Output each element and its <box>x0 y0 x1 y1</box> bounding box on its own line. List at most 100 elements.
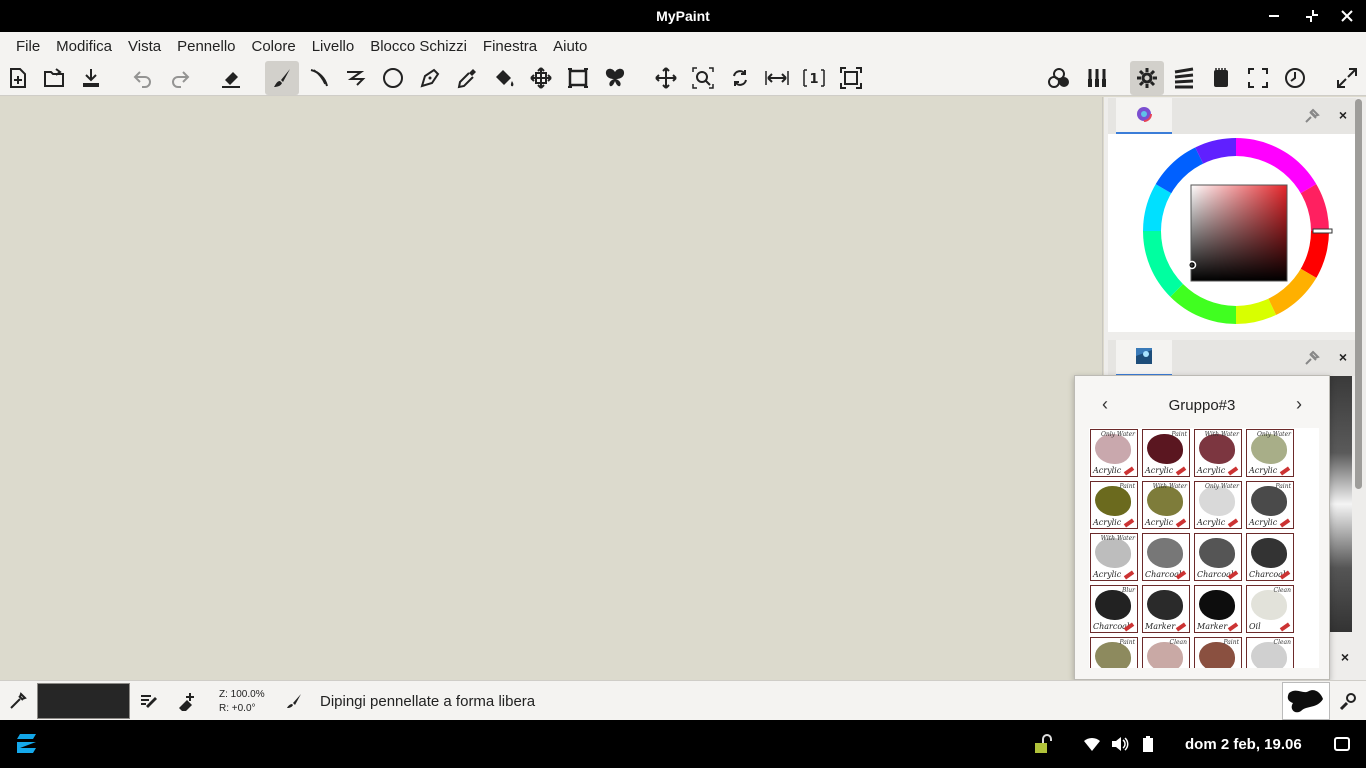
connected-lines-icon[interactable] <box>339 61 373 95</box>
wifi-icon[interactable] <box>1082 734 1102 754</box>
brush-thumbnail[interactable]: Clean Oil <box>1246 585 1294 633</box>
mirror-icon[interactable] <box>760 61 794 95</box>
eyedropper-icon[interactable] <box>6 689 30 713</box>
eraser-icon[interactable] <box>214 61 248 95</box>
fill-icon[interactable] <box>487 61 521 95</box>
history-clock-icon[interactable] <box>1278 61 1312 95</box>
color-mix-icon[interactable] <box>1042 61 1076 95</box>
brush-thumbnail[interactable]: Clean <box>1142 637 1190 668</box>
menu-finestra[interactable]: Finestra <box>475 38 545 55</box>
brush-thumbnail[interactable]: Charcoal <box>1194 533 1242 581</box>
restore-icon[interactable] <box>1302 6 1322 26</box>
brush-stroke-sample <box>1251 434 1287 464</box>
menu-aiuto[interactable]: Aiuto <box>545 38 595 55</box>
inking-icon[interactable] <box>302 61 336 95</box>
brush-tip-icon <box>1123 570 1135 580</box>
pen-icon[interactable] <box>413 61 447 95</box>
move-layer-icon[interactable] <box>524 61 558 95</box>
brush-thumbnail[interactable]: With Water Acrylic <box>1194 429 1242 477</box>
unlock-icon[interactable] <box>1032 734 1054 754</box>
brush-label: Acrylic <box>1249 518 1278 527</box>
dock-scrollbar[interactable] <box>1355 99 1362 489</box>
undo-icon[interactable] <box>126 61 160 95</box>
open-file-icon[interactable] <box>37 61 71 95</box>
color-picker-icon[interactable] <box>450 61 484 95</box>
next-group-button[interactable]: › <box>1289 394 1309 414</box>
brush-thumbnail[interactable]: Paint <box>1090 637 1138 668</box>
brush-thumbnail[interactable]: With Water Acrylic <box>1090 533 1138 581</box>
brush-thumbnail[interactable]: Charcoal <box>1142 533 1190 581</box>
current-color-swatch[interactable] <box>37 683 130 719</box>
hue-wheel[interactable] <box>1108 134 1356 332</box>
one-to-one-icon[interactable]: 1 <box>797 61 831 95</box>
brush-label: Oil <box>1249 622 1261 631</box>
zorin-logo-icon[interactable] <box>14 732 42 756</box>
drawing-canvas[interactable] <box>0 97 1103 680</box>
tab-color-wheel[interactable] <box>1116 98 1172 134</box>
fit-view-icon[interactable] <box>834 61 868 95</box>
menu-vista[interactable]: Vista <box>120 38 169 55</box>
brush-thumbnail[interactable]: Charcoal <box>1246 533 1294 581</box>
menu-blocco-schizzi[interactable]: Blocco Schizzi <box>362 38 475 55</box>
symmetry-icon[interactable] <box>598 61 632 95</box>
pin-icon[interactable] <box>1304 108 1320 124</box>
layers-icon[interactable] <box>1167 61 1201 95</box>
brush-tip-icon <box>1175 466 1187 476</box>
brush-thumbnail[interactable]: Marker <box>1142 585 1190 633</box>
close-icon[interactable] <box>1337 6 1357 26</box>
title-bar: MyPaint <box>0 0 1366 32</box>
volume-icon[interactable] <box>1110 734 1130 754</box>
prev-group-button[interactable]: ‹ <box>1095 394 1115 414</box>
brush-settings-icon[interactable] <box>1336 689 1360 713</box>
menu-pennello[interactable]: Pennello <box>169 38 243 55</box>
brush-thumbnail[interactable]: Only Water Acrylic <box>1090 429 1138 477</box>
brush-preview[interactable] <box>1282 682 1330 720</box>
settings-icon[interactable] <box>1130 61 1164 95</box>
brush-thumbnail[interactable]: Paint Acrylic <box>1142 429 1190 477</box>
new-file-icon[interactable] <box>1 61 35 95</box>
add-layer-icon[interactable] <box>174 689 198 713</box>
brush-stroke-sample <box>1095 434 1131 464</box>
close-color-panel-icon[interactable]: × <box>1334 106 1352 124</box>
frame-icon[interactable] <box>561 61 595 95</box>
brush-tag: Clean <box>1273 587 1291 594</box>
brush-thumbnail[interactable]: Paint Acrylic <box>1246 481 1294 529</box>
brush-thumbnail[interactable]: Marker <box>1194 585 1242 633</box>
tab-brush-group[interactable] <box>1116 340 1172 376</box>
minimize-icon[interactable] <box>1264 6 1284 26</box>
brush-thumbnail[interactable]: Blur Charcoal <box>1090 585 1138 633</box>
menu-file[interactable]: File <box>8 38 48 55</box>
close-third-panel-icon[interactable]: × <box>1336 648 1354 666</box>
brush-tip-icon <box>1279 466 1291 476</box>
clock[interactable]: dom 2 feb, 19.06 <box>1185 736 1302 753</box>
brush-thumbnail[interactable]: Paint <box>1194 637 1242 668</box>
brush-tag: Only Water <box>1256 431 1291 438</box>
brush-thumbnail[interactable]: Only Water Acrylic <box>1194 481 1242 529</box>
scratchpad-icon[interactable] <box>1204 61 1238 95</box>
brushes-icon[interactable] <box>1080 61 1114 95</box>
close-brush-panel-icon[interactable]: × <box>1334 348 1352 366</box>
brush-thumbnail[interactable]: With Water Acrylic <box>1142 481 1190 529</box>
save-file-icon[interactable] <box>74 61 108 95</box>
pin-icon[interactable] <box>1304 350 1320 366</box>
edit-color-icon[interactable] <box>137 689 161 713</box>
redo-icon[interactable] <box>163 61 197 95</box>
menu-colore[interactable]: Colore <box>244 38 304 55</box>
fullscreen-icon[interactable] <box>1241 61 1275 95</box>
menu-livello[interactable]: Livello <box>304 38 363 55</box>
expand-icon[interactable] <box>1330 61 1364 95</box>
brush-thumbnail[interactable]: Clean <box>1246 637 1294 668</box>
menu-modifica[interactable]: Modifica <box>48 38 120 55</box>
pan-icon[interactable] <box>649 61 683 95</box>
brush-group-popover: ‹ Gruppo#3 › Only Water Acrylic Paint Acryl… <box>1074 375 1330 680</box>
ellipse-icon[interactable] <box>376 61 410 95</box>
show-desktop-icon[interactable] <box>1332 734 1352 754</box>
brush-stroke-sample <box>1199 434 1235 464</box>
rotate-icon[interactable] <box>723 61 757 95</box>
zoom-icon[interactable] <box>686 61 720 95</box>
brush-tip-icon <box>1175 622 1187 632</box>
brush-tag: Paint <box>1275 483 1291 490</box>
brush-thumbnail[interactable]: Paint Acrylic <box>1090 481 1138 529</box>
brush-thumbnail[interactable]: Only Water Acrylic <box>1246 429 1294 477</box>
freehand-brush-icon[interactable] <box>265 61 299 95</box>
